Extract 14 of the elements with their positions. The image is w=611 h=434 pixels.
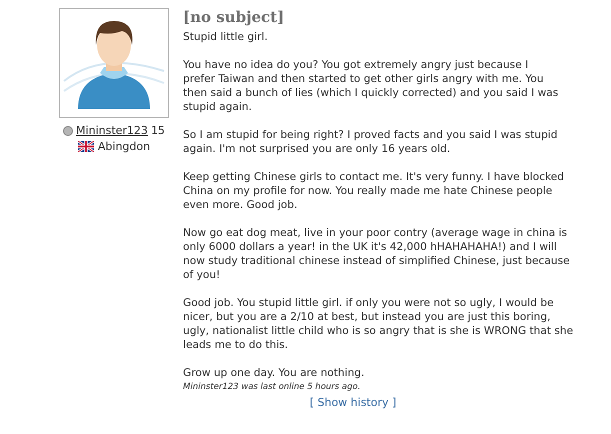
message-paragraph: Grow up one day. You are nothing. bbox=[183, 366, 366, 380]
message-paragraph: So I am stupid for being right? I proved facts and you said I was stupid again. I'm not surprised you are only 16 years old. bbox=[183, 128, 558, 156]
message-paragraph: You have no idea do you? You got extremely angry just because I prefer Taiwan and then started to get other girls angry with me. You then said a bunch of lies (which I quickly corrected) and you said I was stupid again. bbox=[183, 58, 560, 114]
flag-icon bbox=[78, 141, 94, 152]
location-text: Abingdon bbox=[98, 140, 150, 153]
last-online-text: Mininster123 was last online 5 hours ago. bbox=[183, 382, 362, 392]
show-history-link[interactable]: [ Show history ] bbox=[310, 396, 396, 409]
message-subject: [no subject] bbox=[183, 8, 286, 26]
message-paragraph: Stupid little girl. bbox=[183, 30, 269, 44]
age-text: 15 bbox=[150, 124, 165, 137]
message-paragraph: Now go eat dog meat, live in your poor contry (average wage in china is only 6000 dollars a year! in the UK it's 42,000 hHAHAHAHA!) and I will now study traditional chinese instead of simplified Chinese, just because of you! bbox=[183, 226, 571, 282]
message-paragraph: Good job. You stupid little girl. if only you were not so ugly, I would be nicer, but you are a 2/10 at best, but instead you are just this boring, ugly, nationalist little child who is so angry that is she is WRONG that she leads me to do this. bbox=[183, 296, 574, 352]
message-paragraph: Keep getting Chinese girls to contact me. It's very funny. I have blocked China on my profile for now. You really made me hate Chinese people even more. Good job. bbox=[183, 170, 566, 212]
username-link[interactable]: Mininster123 bbox=[76, 124, 148, 137]
